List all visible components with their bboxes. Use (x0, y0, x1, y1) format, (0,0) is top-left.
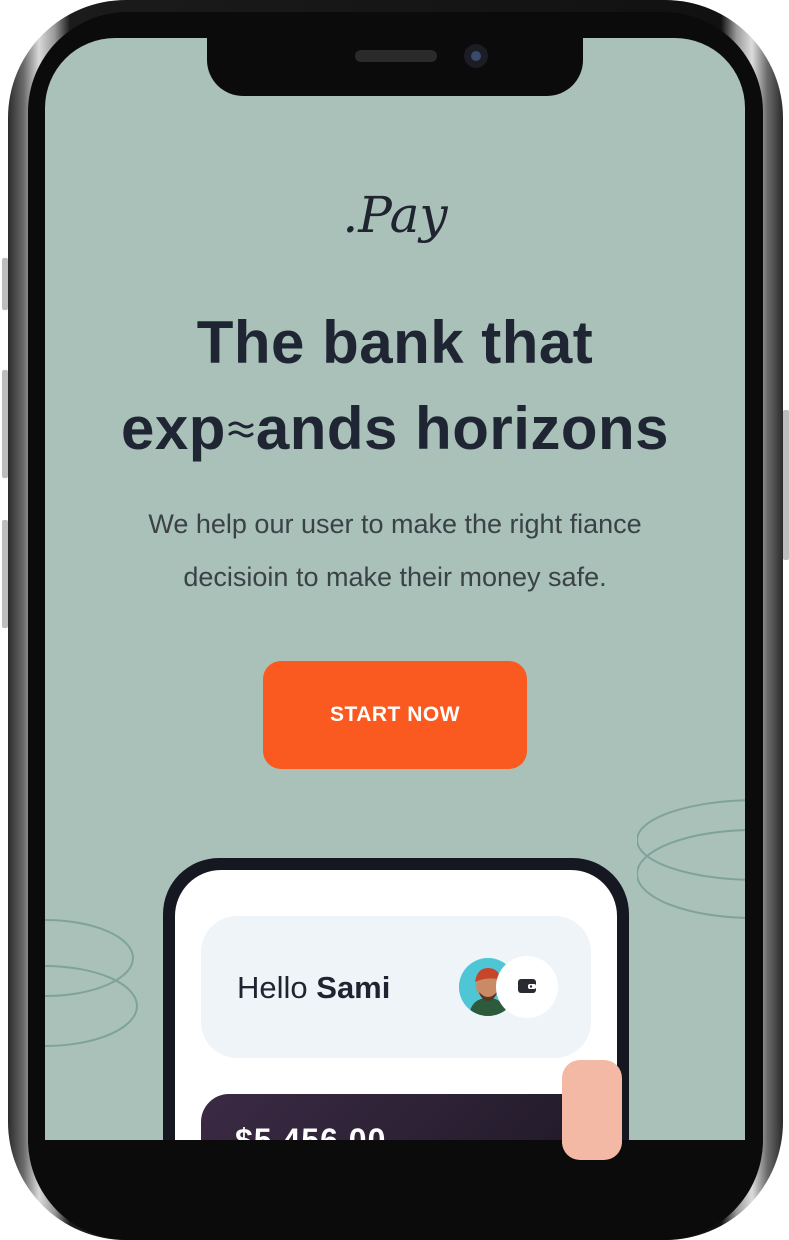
start-now-button[interactable]: START NOW (263, 661, 527, 769)
power-button (783, 410, 789, 560)
decorative-rings-left (45, 919, 138, 1047)
app-screen: .Pay The bank that exp ands horizons We … (45, 38, 745, 1140)
balance-amount: $5,456.00 (235, 1122, 387, 1140)
wallet-icon (518, 978, 536, 993)
app-logo: .Pay (342, 186, 448, 244)
hero-headline: The bank that exp ands horizons (45, 300, 745, 472)
decorative-rings-right (637, 799, 745, 919)
user-name: Sami (316, 970, 391, 1005)
volume-down-button (2, 520, 8, 628)
greeting-text: Hello Sami (237, 970, 391, 1005)
volume-up-button (2, 370, 8, 478)
app-preview-phone: Hello Sami $5,456.00 (163, 858, 629, 1140)
headline-line-2-end: ands horizons (255, 395, 670, 462)
notch (207, 38, 583, 96)
wave-icon (228, 421, 254, 438)
headline-line-2-start: exp (120, 395, 226, 462)
greeting-card: Hello Sami (201, 916, 591, 1058)
app-preview-screen: Hello Sami $5,456.00 (175, 870, 617, 1140)
camera-icon (464, 44, 488, 68)
secondary-card-peek (562, 1060, 622, 1160)
mute-switch (2, 258, 8, 310)
hero-description: We help our user to make the right fianc… (148, 509, 642, 592)
headline-line-1: The bank that (196, 309, 594, 376)
balance-card[interactable]: $5,456.00 (201, 1094, 591, 1140)
wallet-button[interactable] (496, 956, 558, 1018)
speaker-grille (355, 50, 437, 62)
